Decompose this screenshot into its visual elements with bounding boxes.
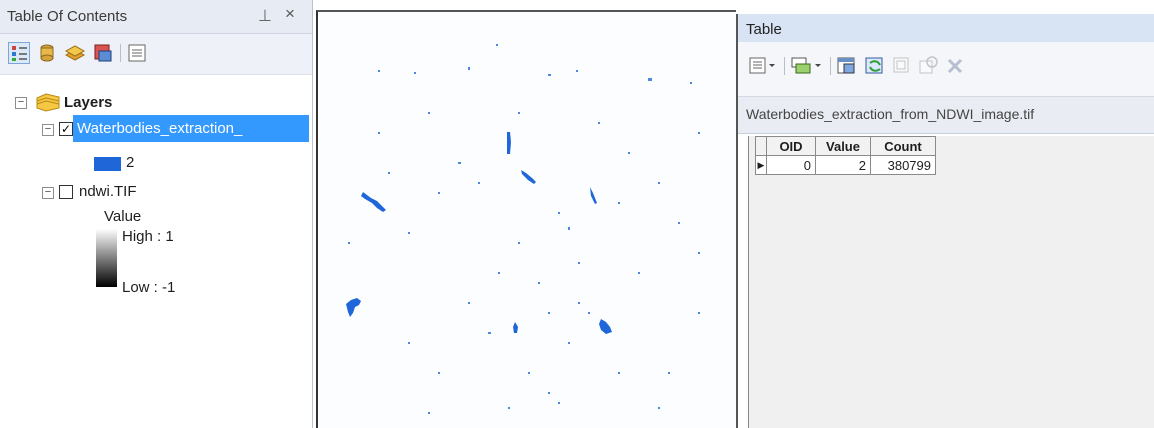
water-feature xyxy=(590,187,597,204)
water-feature xyxy=(521,170,536,184)
column-header-count[interactable]: Count xyxy=(870,136,936,156)
layer2-low-label: Low : -1 xyxy=(122,279,176,296)
layer1-name[interactable]: Waterbodies_extraction_ xyxy=(73,115,309,142)
select-by-attributes-icon[interactable] xyxy=(836,55,860,77)
delete-selected-icon[interactable] xyxy=(944,55,966,77)
table-title-bar: Table xyxy=(738,14,1154,42)
table-tab-strip: Waterbodies_extraction_from_NDWI_image.t… xyxy=(738,96,1154,134)
layers-group-label: Layers xyxy=(64,94,113,111)
related-tables-icon[interactable] xyxy=(790,55,826,77)
layer2-collapse-icon[interactable]: − xyxy=(42,187,54,199)
cell-count[interactable]: 380799 xyxy=(870,155,936,175)
list-by-selection-icon[interactable] xyxy=(92,42,114,64)
list-by-source-icon[interactable] xyxy=(36,42,58,64)
toolbar-separator xyxy=(830,57,831,75)
attribute-table-window: Table Waterbodies_extraction_from_NDWI_i… xyxy=(736,14,1154,428)
pin-icon[interactable]: ⊥ xyxy=(258,6,272,26)
toc-title: Table Of Contents xyxy=(7,8,128,25)
layer2-name[interactable]: ndwi.TIF xyxy=(79,183,137,200)
table-of-contents-panel: Table Of Contents ⊥ × − Layers − ✓ Water… xyxy=(0,0,313,428)
layer2-value-heading: Value xyxy=(104,208,142,225)
row-selector-header[interactable] xyxy=(755,136,767,156)
layer2-high-label: High : 1 xyxy=(122,228,174,245)
layer2-gradient-ramp xyxy=(96,229,117,287)
toolbar-separator xyxy=(120,44,121,62)
water-feature xyxy=(507,132,511,154)
layer1-collapse-icon[interactable]: − xyxy=(42,124,54,136)
table-tab[interactable]: Waterbodies_extraction_from_NDWI_image.t… xyxy=(746,106,1034,122)
close-icon[interactable]: × xyxy=(285,4,295,24)
table-toolbar xyxy=(738,42,1154,96)
options-icon[interactable] xyxy=(126,42,148,64)
list-by-visibility-icon[interactable] xyxy=(64,42,86,64)
list-by-drawing-order-icon[interactable] xyxy=(8,42,30,64)
column-header-value[interactable]: Value xyxy=(815,136,871,156)
map-view[interactable] xyxy=(316,10,736,428)
water-feature xyxy=(361,192,386,212)
table-options-icon[interactable] xyxy=(748,55,778,77)
water-feature xyxy=(346,298,361,317)
table-title: Table xyxy=(746,21,782,38)
zoom-to-selected-icon[interactable] xyxy=(918,55,940,77)
layers-folder-icon xyxy=(36,92,60,115)
layer1-visibility-checkbox[interactable]: ✓ xyxy=(59,122,73,136)
layers-collapse-icon[interactable]: − xyxy=(15,97,27,109)
attribute-table: OID Value Count ▶ 0 2 380799 xyxy=(755,136,936,175)
toc-title-bar: Table Of Contents ⊥ × xyxy=(0,0,312,34)
row-selector[interactable]: ▶ xyxy=(755,155,767,175)
cell-value[interactable]: 2 xyxy=(815,155,871,175)
column-header-oid[interactable]: OID xyxy=(766,136,816,156)
water-feature xyxy=(513,322,518,333)
switch-selection-icon[interactable] xyxy=(864,55,888,77)
water-feature xyxy=(599,319,612,334)
toc-toolbar xyxy=(0,34,312,75)
layer1-legend-label: 2 xyxy=(126,154,135,171)
layer1-legend-swatch xyxy=(94,157,121,171)
toolbar-separator xyxy=(784,57,785,75)
table-header-row: OID Value Count xyxy=(755,136,936,156)
table-row[interactable]: ▶ 0 2 380799 xyxy=(755,155,936,175)
waterbodies-raster-map xyxy=(346,44,700,414)
table-grid: OID Value Count ▶ 0 2 380799 xyxy=(748,136,1154,428)
clear-selection-icon[interactable] xyxy=(892,55,914,77)
layer2-visibility-checkbox[interactable] xyxy=(59,185,73,199)
cell-oid[interactable]: 0 xyxy=(766,155,816,175)
